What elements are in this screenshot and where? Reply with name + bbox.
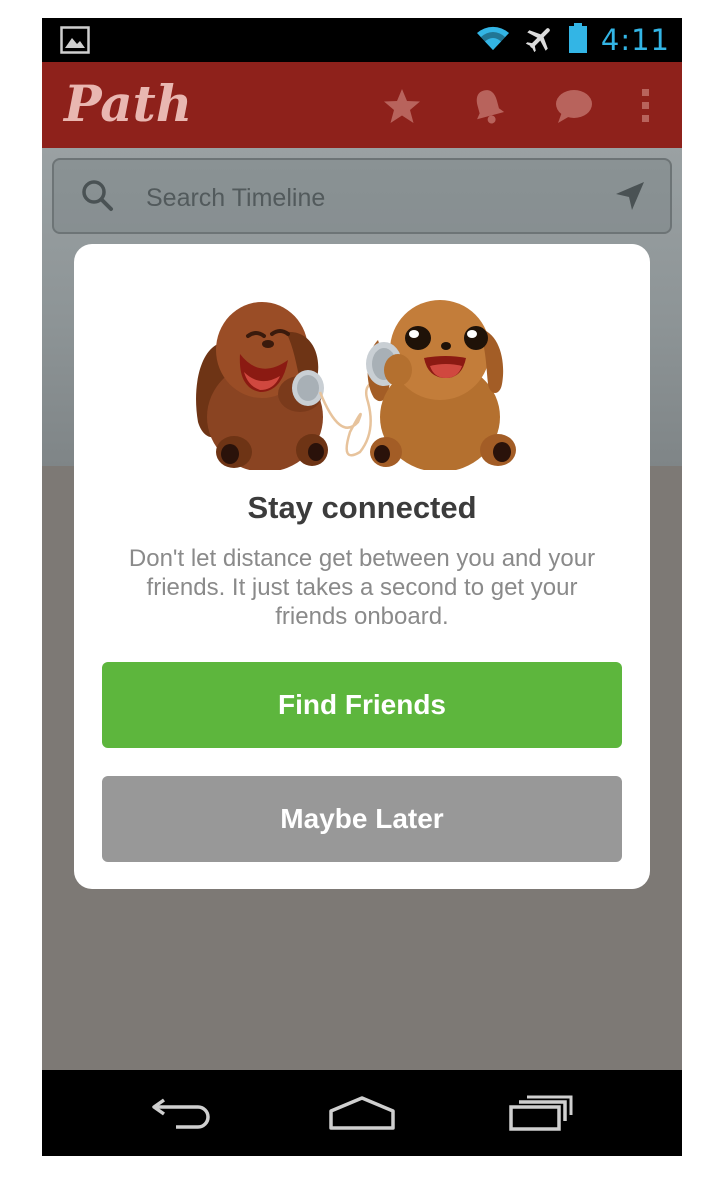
back-icon[interactable] — [144, 1088, 224, 1138]
search-input[interactable] — [146, 180, 586, 216]
battery-icon — [568, 22, 587, 58]
status-time: 4:11 — [600, 23, 670, 57]
recent-apps-icon[interactable] — [500, 1088, 580, 1138]
left-dog-illustration — [196, 302, 328, 472]
stay-connected-dialog: Stay connected Don't let distance get be… — [74, 244, 650, 889]
search-icon — [80, 178, 114, 217]
location-arrow-icon[interactable] — [614, 180, 646, 217]
dialog-body: Don't let distance get between you and y… — [128, 545, 596, 630]
bell-icon[interactable] — [468, 86, 508, 126]
search-bar[interactable] — [52, 158, 672, 234]
home-icon[interactable] — [322, 1088, 402, 1138]
app-logo: Path — [64, 74, 193, 133]
action-bar: Path — [42, 62, 682, 148]
chat-icon[interactable] — [554, 86, 594, 126]
overflow-menu-icon[interactable] — [640, 86, 652, 126]
action-bar-icons — [382, 84, 652, 128]
gallery-icon — [60, 26, 90, 54]
find-friends-button[interactable]: Find Friends — [102, 662, 622, 748]
right-dog-illustration — [366, 300, 516, 472]
dialog-title: Stay connected — [247, 490, 477, 525]
wifi-icon — [475, 24, 511, 57]
maybe-later-button[interactable]: Maybe Later — [102, 776, 622, 862]
navigation-bar — [42, 1070, 682, 1156]
status-icons: 4:11 — [475, 22, 670, 58]
star-icon[interactable] — [382, 86, 422, 126]
airplane-icon — [525, 23, 555, 58]
tin-can-phone-illustration — [190, 292, 536, 472]
status-bar: 4:11 — [42, 18, 682, 62]
